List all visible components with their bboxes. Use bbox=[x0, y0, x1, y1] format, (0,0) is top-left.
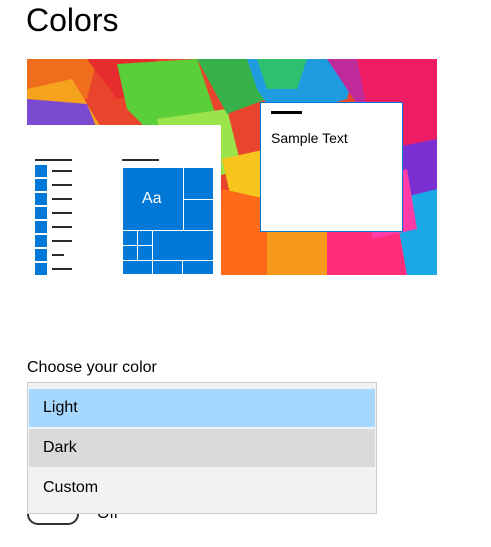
app-list-line bbox=[52, 226, 72, 228]
app-list-line bbox=[52, 268, 72, 270]
app-icon bbox=[35, 165, 47, 177]
tile bbox=[122, 230, 138, 246]
wide-tile bbox=[152, 230, 214, 261]
dropdown-option-dark[interactable]: Dark bbox=[29, 429, 375, 467]
app-icon bbox=[35, 193, 47, 205]
dropdown-option-custom[interactable]: Custom bbox=[29, 469, 375, 507]
tile bbox=[182, 260, 214, 275]
page-title: Colors bbox=[26, 2, 119, 38]
tile bbox=[122, 245, 138, 261]
app-icon bbox=[35, 221, 47, 233]
tile-label: Aa bbox=[142, 190, 162, 207]
tile bbox=[122, 260, 153, 275]
app-icon bbox=[35, 263, 47, 275]
color-mode-dropdown[interactable]: Light Dark Custom bbox=[27, 382, 377, 514]
tile bbox=[183, 199, 214, 231]
tile bbox=[152, 260, 183, 275]
window-preview: Sample Text bbox=[260, 102, 403, 232]
app-icon bbox=[35, 207, 47, 219]
app-icon bbox=[35, 249, 47, 261]
app-list-header-line bbox=[35, 159, 72, 161]
tile bbox=[137, 245, 153, 261]
window-title-line bbox=[271, 111, 302, 114]
tile bbox=[137, 230, 153, 246]
choose-color-label: Choose your color bbox=[27, 359, 157, 376]
dropdown-option-light[interactable]: Light bbox=[29, 389, 375, 427]
app-list-line bbox=[52, 240, 72, 242]
app-icon bbox=[35, 235, 47, 247]
theme-preview: Aa Sample Text bbox=[27, 59, 437, 275]
app-list-line bbox=[52, 198, 72, 200]
app-list-line bbox=[52, 170, 72, 172]
app-icon bbox=[35, 179, 47, 191]
tiles-header-line bbox=[122, 159, 159, 161]
colors-settings-page: Colors Aa Sample Text Choose your color … bbox=[0, 0, 491, 547]
app-list-line bbox=[52, 254, 64, 256]
large-tile: Aa bbox=[122, 167, 184, 231]
app-list-line bbox=[52, 212, 72, 214]
tile bbox=[183, 167, 214, 200]
sample-text: Sample Text bbox=[271, 130, 348, 146]
start-menu-preview: Aa bbox=[27, 125, 221, 275]
app-list-line bbox=[52, 184, 72, 186]
